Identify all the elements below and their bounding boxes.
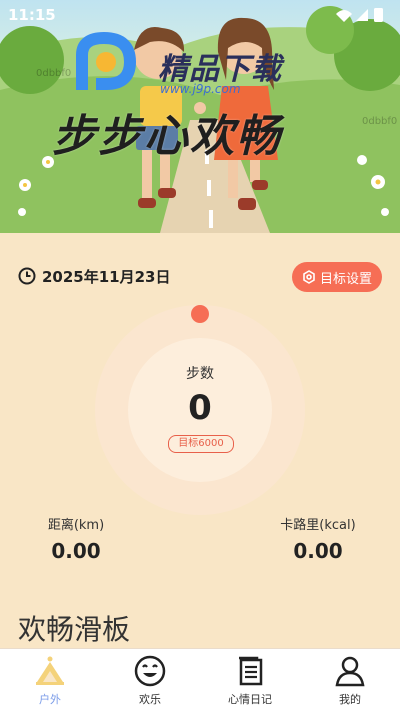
distance-stat: 距离(km) 0.00 — [6, 514, 146, 563]
target-settings-label: 目标设置 — [319, 271, 372, 287]
watermark-url: www.j9p.com — [160, 82, 241, 96]
section-title: 欢畅滑板 — [18, 613, 131, 646]
calories-label: 卡路里(kcal) — [280, 518, 356, 533]
date-text: 2025年11月23日 — [42, 267, 171, 286]
distance-value: 0.00 — [51, 539, 101, 563]
calories-value: 0.00 — [293, 539, 343, 563]
steps-goal-badge: 目标6000 — [168, 435, 234, 453]
profile-icon — [335, 656, 365, 687]
tab-diary[interactable]: 心情日记 — [200, 649, 300, 713]
outdoor-icon — [36, 656, 64, 685]
watermark-small-right: 0dbbf0 — [362, 116, 398, 127]
steps-label: 步数 — [186, 366, 214, 382]
bottom-tab-bar: 户外 欢乐 心情日记 我的 — [0, 648, 400, 713]
steps-ring: 步数 0 目标6000 — [95, 305, 305, 515]
tab-fun[interactable]: 欢乐 — [100, 649, 200, 713]
hero-banner: 11:15 精品下载 www.j9p.com 步步心欢畅 0dbbf0 0dbb… — [0, 0, 400, 233]
progress-dot — [191, 305, 209, 323]
wifi-icon — [336, 10, 352, 22]
tab-profile-label: 我的 — [339, 693, 361, 706]
tab-diary-label: 心情日记 — [228, 693, 272, 706]
status-bar: 11:15 — [0, 0, 400, 28]
tab-profile[interactable]: 我的 — [300, 649, 400, 713]
hero-title: 步步心欢畅 — [52, 111, 282, 162]
signal-icon — [356, 9, 368, 21]
target-settings-button[interactable]: 目标设置 — [292, 262, 382, 292]
status-time: 11:15 — [8, 6, 56, 24]
battery-icon — [374, 8, 383, 22]
distance-label: 距离(km) — [47, 518, 105, 533]
target-settings-icon — [303, 270, 315, 284]
smile-icon — [134, 655, 166, 687]
tab-fun-label: 欢乐 — [139, 693, 161, 706]
tab-outdoor-label: 户外 — [39, 693, 61, 706]
watermark-small-left: 0dbbf0 — [36, 68, 72, 79]
calories-stat: 卡路里(kcal) 0.00 — [248, 514, 388, 563]
steps-value: 0 — [188, 388, 212, 428]
tab-outdoor[interactable]: 户外 — [0, 649, 100, 713]
date-row: 2025年11月23日 — [18, 262, 171, 290]
diary-icon — [239, 656, 263, 686]
status-icons — [336, 8, 383, 22]
clock-icon — [18, 267, 36, 285]
watermark-logo-icon — [76, 31, 137, 90]
